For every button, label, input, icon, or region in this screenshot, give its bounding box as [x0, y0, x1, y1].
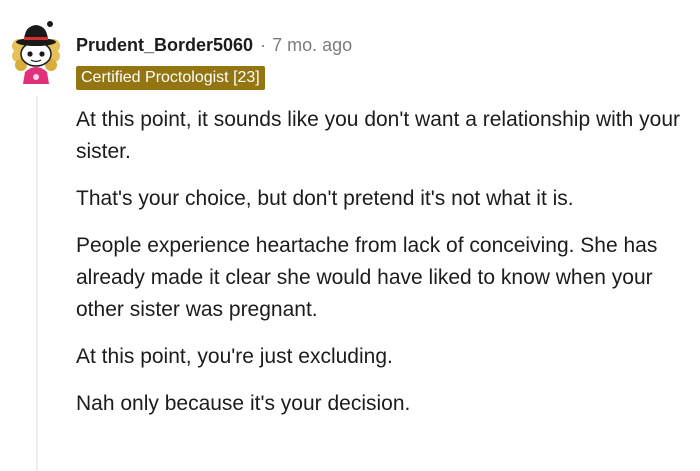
comment-paragraph: People experience heartache from lack of… — [76, 234, 658, 321]
comment-paragraph: At this point, you're just excluding. — [76, 345, 393, 368]
comment-paragraph: That's your choice, but don't pretend it… — [76, 187, 574, 210]
comment-paragraph: Nah only because it's your decision. — [76, 392, 411, 415]
comment-body: At this point, it sounds like you don't … — [76, 104, 686, 435]
avatar[interactable] — [10, 20, 62, 84]
user-flair: Certified Proctologist [23] — [76, 66, 265, 90]
meta-separator: · — [260, 34, 267, 55]
username-link[interactable]: Prudent_Border5060 — [76, 35, 253, 56]
comment-header: Prudent_Border5060 · 7 mo. ago — [76, 32, 352, 58]
comment-paragraph: At this point, it sounds like you don't … — [76, 108, 681, 163]
snoo-avatar-icon — [12, 21, 60, 84]
timestamp-link[interactable]: 7 mo. ago — [272, 35, 352, 56]
thread-line[interactable] — [36, 96, 38, 471]
comment: Prudent_Border5060 · 7 mo. ago Certified… — [0, 0, 700, 471]
